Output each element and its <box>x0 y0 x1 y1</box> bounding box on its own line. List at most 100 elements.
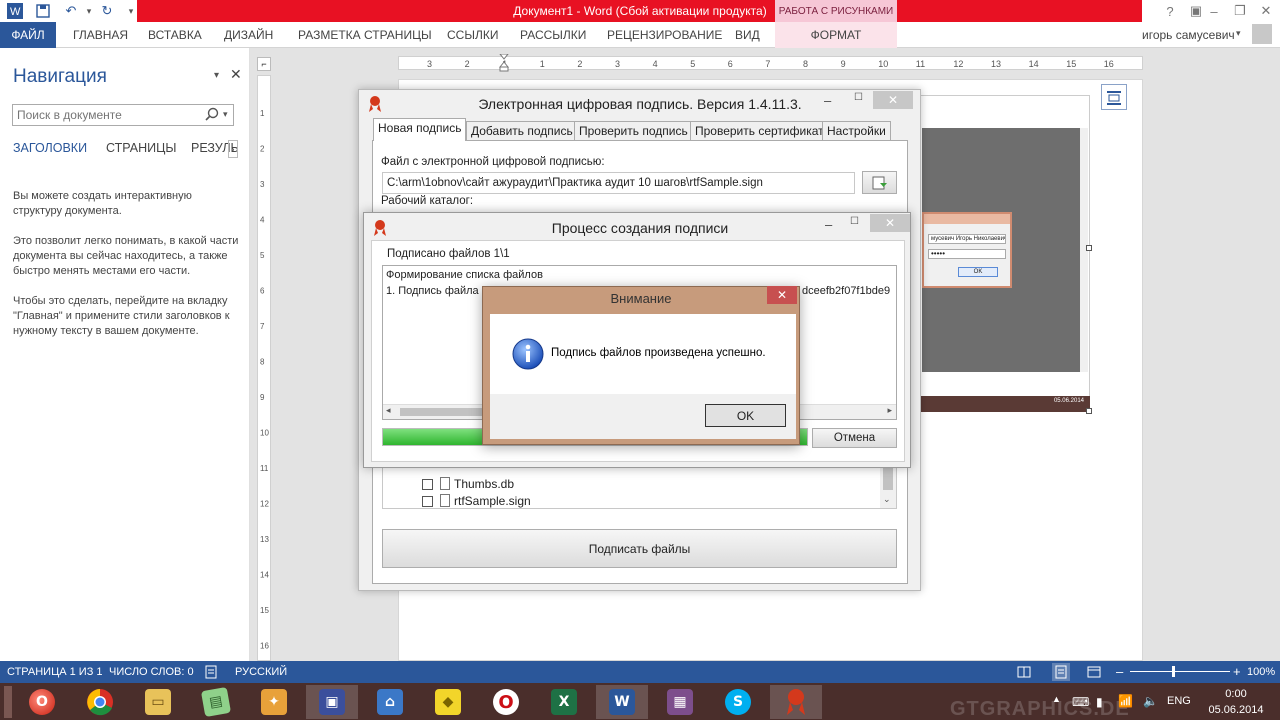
undo-dropdown-icon[interactable]: ▾ <box>80 2 98 20</box>
tab-settings[interactable]: Настройки <box>822 121 891 141</box>
tab-page-layout[interactable]: РАЗМЕТКА СТРАНИЦЫ <box>296 22 434 48</box>
process-close-button[interactable]: ✕ <box>870 214 910 232</box>
tab-format[interactable]: ФОРМАТ <box>775 22 897 48</box>
file-icon <box>440 477 450 493</box>
taskbar-paint-icon[interactable]: ✦ <box>248 685 300 719</box>
attention-close-button[interactable]: ✕ <box>767 286 797 304</box>
nav-options-icon[interactable]: ▾ <box>214 70 219 81</box>
nav-tab-pages[interactable]: СТРАНИЦЫ <box>106 141 176 155</box>
eds-maximize-button[interactable]: ☐ <box>854 92 863 103</box>
cancel-button[interactable]: Отмена <box>812 428 897 448</box>
embedded-user-field: мусевич Игорь Николаевич <box>928 234 1006 244</box>
process-minimize-button[interactable]: – <box>825 217 832 232</box>
browse-file-button[interactable] <box>862 171 897 194</box>
tray-date[interactable]: 05.06.2014 <box>1200 704 1272 716</box>
search-icon[interactable] <box>205 107 219 124</box>
minimize-button[interactable]: – <box>1200 0 1228 22</box>
eds-title: Электронная цифровая подпись. Версия 1.4… <box>478 96 802 112</box>
tab-new-signature[interactable]: Новая подпись <box>373 118 467 141</box>
ruler-number: 11 <box>916 59 925 69</box>
web-layout-icon[interactable] <box>1087 665 1101 682</box>
layout-options-icon[interactable] <box>1101 84 1127 110</box>
avatar[interactable] <box>1252 24 1272 44</box>
process-maximize-button[interactable]: ☐ <box>850 216 859 227</box>
start-edge[interactable] <box>4 686 12 718</box>
tab-add-signature[interactable]: Добавить подпись <box>466 121 578 141</box>
zoom-slider-thumb[interactable] <box>1172 666 1175 677</box>
file-checkbox[interactable] <box>422 496 433 507</box>
ok-button[interactable]: OK <box>705 404 786 427</box>
taskbar-winrar-icon[interactable]: ▦ <box>654 685 706 719</box>
taskbar-opera-icon[interactable]: O <box>16 685 68 719</box>
zoom-out-button[interactable]: – <box>1116 661 1123 683</box>
nav-tab-headings[interactable]: ЗАГОЛОВКИ <box>13 141 87 155</box>
tray-wifi-icon[interactable]: 📶 <box>1118 694 1133 708</box>
ruler-number: 9 <box>841 59 846 69</box>
tab-verify-certificate[interactable]: Проверить сертификат <box>690 121 829 141</box>
read-mode-icon[interactable] <box>1017 665 1031 682</box>
undo-icon[interactable]: ↶ <box>62 2 80 20</box>
page-count[interactable]: СТРАНИЦА 1 ИЗ 1 <box>7 661 103 683</box>
file-name: rtfSample.sign <box>454 494 531 508</box>
tab-file[interactable]: ФАЙЛ <box>0 22 56 48</box>
tab-design[interactable]: ДИЗАЙН <box>222 22 275 48</box>
tray-keyboard-icon[interactable]: ⌨ <box>1072 695 1089 709</box>
proofing-icon[interactable] <box>205 665 219 682</box>
taskbar-opera-red-icon[interactable]: O <box>480 685 532 719</box>
taskbar-ticket-icon[interactable]: ◆ <box>422 685 474 719</box>
tab-verify-signature[interactable]: Проверить подпись <box>574 121 693 141</box>
zoom-level[interactable]: 100% <box>1247 661 1275 683</box>
tab-mailings[interactable]: РАССЫЛКИ <box>518 22 588 48</box>
ruler-number: 13 <box>260 535 269 544</box>
ruler-number: 5 <box>690 59 695 69</box>
tray-language[interactable]: ENG <box>1167 695 1191 707</box>
nav-close-icon[interactable]: ✕ <box>230 66 242 83</box>
taskbar-excel-icon[interactable]: X <box>538 685 590 719</box>
user-account[interactable]: игорь самусевич <box>1142 22 1235 48</box>
file-path-field[interactable]: C:\arm\1obnov\сайт ажураудит\Практика ау… <box>382 172 855 194</box>
print-layout-icon[interactable] <box>1052 663 1070 681</box>
customize-toolbar-icon[interactable]: ▾ <box>122 2 140 20</box>
restore-button[interactable]: ❐ <box>1226 0 1254 22</box>
tab-insert[interactable]: ВСТАВКА <box>146 22 204 48</box>
tray-volume-icon[interactable]: 🔈 <box>1143 694 1158 708</box>
word-count[interactable]: ЧИСЛО СЛОВ: 0 <box>109 661 194 683</box>
taskbar-chrome-icon[interactable] <box>74 685 126 719</box>
search-dropdown-icon[interactable]: ▾ <box>223 109 228 120</box>
indent-marker[interactable] <box>498 53 510 72</box>
help-button[interactable]: ? <box>1156 0 1184 22</box>
tab-selector-icon[interactable]: ⌐ <box>257 57 271 71</box>
file-tree-scrollbar[interactable]: ⌄ <box>880 464 896 508</box>
close-button[interactable]: ✕ <box>1252 0 1280 22</box>
tab-home[interactable]: ГЛАВНАЯ <box>71 22 130 48</box>
taskbar-save-icon[interactable]: ▣ <box>306 685 358 719</box>
eds-close-button[interactable]: ✕ <box>873 91 913 109</box>
tab-references[interactable]: ССЫЛКИ <box>445 22 500 48</box>
zoom-in-button[interactable]: + <box>1233 661 1241 683</box>
nav-tab-scroll-icon[interactable]: › <box>228 140 238 158</box>
taskbar-explorer-icon[interactable]: ▭ <box>132 685 184 719</box>
taskbar-word-icon[interactable]: W <box>596 685 648 719</box>
taskbar-network-icon[interactable]: ⌂ <box>364 685 416 719</box>
language-status[interactable]: РУССКИЙ <box>235 661 287 683</box>
resize-handle[interactable] <box>1086 408 1092 414</box>
resize-handle[interactable] <box>1086 245 1092 251</box>
sign-files-button[interactable]: Подписать файлы <box>382 529 897 568</box>
tray-expand-icon[interactable]: ▲ <box>1052 694 1061 704</box>
tab-view[interactable]: ВИД <box>733 22 762 48</box>
taskbar-skype-icon[interactable]: S <box>712 685 764 719</box>
taskbar-notepad-icon[interactable]: ▤ <box>190 685 242 719</box>
eds-minimize-button[interactable]: – <box>824 93 831 108</box>
tray-battery-icon[interactable]: ▮ <box>1096 695 1103 709</box>
process-title: Процесс создания подписи <box>551 220 729 236</box>
taskbar-eds-icon[interactable] <box>770 685 822 719</box>
file-checkbox[interactable] <box>422 479 433 490</box>
tray-clock[interactable]: 0:00 <box>1206 688 1266 700</box>
tab-review[interactable]: РЕЦЕНЗИРОВАНИЕ <box>605 22 724 48</box>
search-input[interactable] <box>13 105 203 125</box>
redo-icon[interactable]: ↻ <box>98 2 116 20</box>
account-dropdown-icon[interactable]: ▾ <box>1236 28 1241 39</box>
save-icon[interactable] <box>34 2 52 20</box>
zoom-slider[interactable] <box>1130 671 1230 672</box>
nav-help-text-2: Это позволит легко понимать, в какой час… <box>13 235 239 277</box>
